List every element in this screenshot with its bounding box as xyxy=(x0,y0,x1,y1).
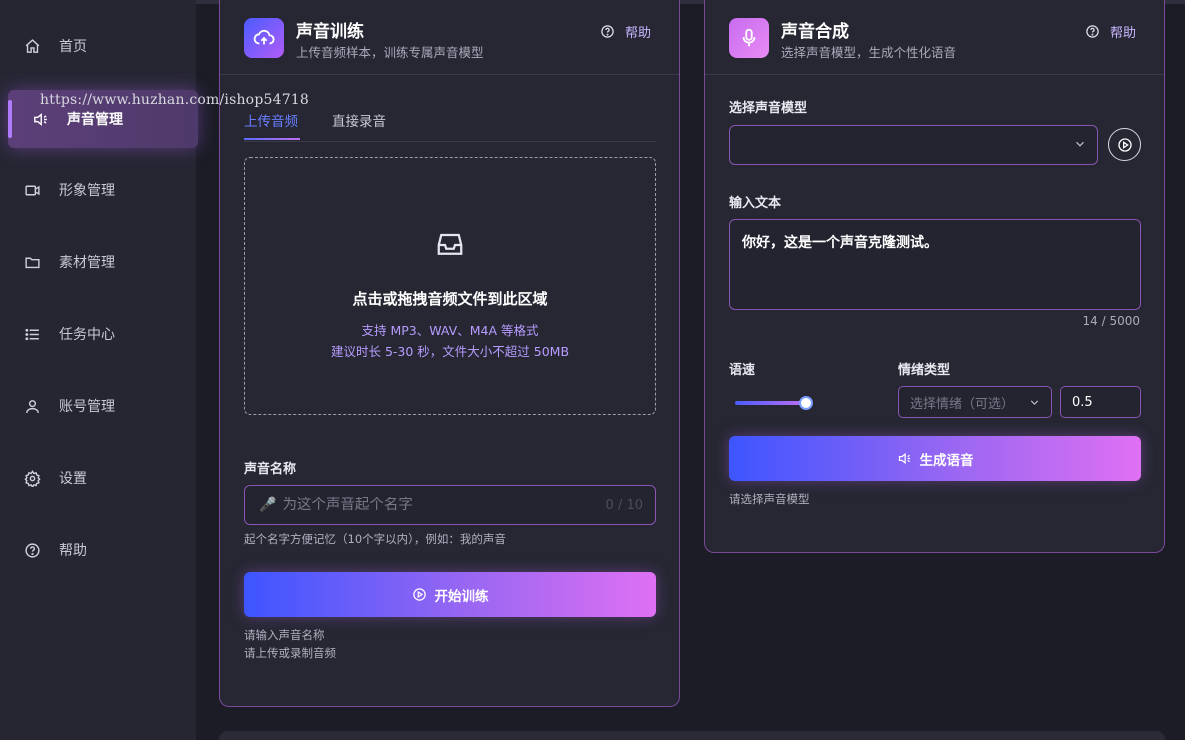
sidebar-item-help[interactable]: 帮助 xyxy=(10,530,196,570)
panel-header: 声音合成 选择声音模型，生成个性化语音 帮助 xyxy=(705,0,1164,75)
voice-synthesis-panel: 声音合成 选择声音模型，生成个性化语音 帮助 选择声音模型 输入文本 你好，这是… xyxy=(704,0,1165,553)
panel-subtitle: 上传音频样本，训练专属声音模型 xyxy=(296,45,484,60)
voice-name-count: 0 / 10 xyxy=(605,497,643,513)
speaker-icon xyxy=(30,109,50,129)
microphone-icon xyxy=(729,18,769,58)
voice-model-select[interactable] xyxy=(729,125,1098,165)
panel-subtitle: 选择声音模型，生成个性化语音 xyxy=(781,45,957,60)
sidebar-item-label: 声音管理 xyxy=(67,112,123,128)
panel-header: 声音训练 上传音频样本，训练专属声音模型 帮助 xyxy=(220,0,679,75)
video-icon xyxy=(22,180,42,200)
sidebar-item-label: 设置 xyxy=(59,471,87,487)
generate-voice-label: 生成语音 xyxy=(919,452,974,469)
home-icon xyxy=(22,36,42,56)
generate-voice-button[interactable]: 生成语音 xyxy=(729,436,1141,481)
sidebar-item-label: 形象管理 xyxy=(59,183,115,199)
microphone-icon: 🎤 xyxy=(259,497,277,513)
sidebar-item-label: 素材管理 xyxy=(59,255,115,271)
tab-upload-audio[interactable]: 上传音频 xyxy=(244,110,298,130)
validation-message: 请输入声音名称 xyxy=(244,628,325,642)
voice-name-input[interactable] xyxy=(282,497,583,513)
speaker-icon xyxy=(898,452,910,465)
folder-icon xyxy=(22,252,42,272)
validation-message: 请上传或录制音频 xyxy=(244,646,336,660)
validation-message: 请选择声音模型 xyxy=(729,492,810,506)
question-icon xyxy=(601,25,614,38)
bottom-panel-edge xyxy=(219,731,1165,740)
upload-tabs: 上传音频 直接录音 xyxy=(244,108,656,142)
emotion-label: 情绪类型 xyxy=(898,363,951,378)
gear-icon xyxy=(22,468,42,488)
sidebar-item-label: 任务中心 xyxy=(59,327,115,343)
question-icon xyxy=(1086,25,1099,38)
help-button[interactable]: 帮助 xyxy=(1085,22,1136,41)
play-icon xyxy=(1117,137,1132,152)
panel-title: 声音训练 xyxy=(296,22,364,42)
user-icon xyxy=(22,396,42,416)
help-label: 帮助 xyxy=(624,26,651,41)
dropzone-title: 点击或拖拽音频文件到此区域 xyxy=(352,290,548,308)
sidebar-item-settings[interactable]: 设置 xyxy=(10,458,196,498)
start-training-label: 开始训练 xyxy=(434,588,489,605)
start-training-button[interactable]: 开始训练 xyxy=(244,572,656,617)
speed-slider-handle[interactable] xyxy=(799,396,813,410)
preview-play-button[interactable] xyxy=(1108,128,1141,161)
list-icon xyxy=(22,324,42,344)
text-input[interactable]: 你好，这是一个声音克隆测试。 xyxy=(729,219,1141,310)
dropzone-format-hint: 支持 MP3、WAV、M4A 等格式 xyxy=(361,323,539,338)
audio-dropzone[interactable]: 点击或拖拽音频文件到此区域 支持 MP3、WAV、M4A 等格式 建议时长 5-… xyxy=(244,157,656,415)
dropzone-size-hint: 建议时长 5-30 秒，文件大小不超过 50MB xyxy=(330,344,570,359)
chevron-down-icon xyxy=(1030,400,1039,405)
speed-slider[interactable] xyxy=(735,401,807,405)
sidebar-item-tasks[interactable]: 任务中心 xyxy=(10,314,196,354)
inbox-icon xyxy=(435,230,465,260)
emotion-select[interactable]: 选择情绪（可选） xyxy=(898,386,1052,418)
question-icon xyxy=(22,540,42,560)
sidebar-item-assets[interactable]: 素材管理 xyxy=(10,242,196,282)
help-label: 帮助 xyxy=(1109,26,1136,41)
chevron-down-icon xyxy=(1076,141,1084,147)
sidebar-item-account[interactable]: 账号管理 xyxy=(10,386,196,426)
sidebar-item-avatar[interactable]: 形象管理 xyxy=(10,170,196,210)
watermark: https://www.huzhan.com/ishop54718 xyxy=(40,92,310,108)
play-circle-icon xyxy=(412,588,426,601)
sidebar-item-label: 帮助 xyxy=(59,543,87,559)
tab-record-audio[interactable]: 直接录音 xyxy=(332,110,386,130)
sidebar-item-label: 账号管理 xyxy=(59,399,115,415)
voice-name-field[interactable]: 🎤 0 / 10 xyxy=(244,485,656,525)
cloud-upload-icon xyxy=(244,18,284,58)
sidebar-item-label: 首页 xyxy=(59,39,87,55)
char-count: 14 / 5000 xyxy=(1082,314,1140,328)
voice-name-tip: 起个名字方便记忆（10个字以内），例如：我的声音 xyxy=(244,532,506,546)
speed-label: 语速 xyxy=(729,363,756,378)
sidebar-item-home[interactable]: 首页 xyxy=(10,26,196,66)
text-input-label: 输入文本 xyxy=(729,196,782,211)
panel-title: 声音合成 xyxy=(781,22,849,42)
emotion-strength-input[interactable]: 0.5 xyxy=(1060,386,1141,418)
active-tab-indicator xyxy=(244,138,300,140)
help-button[interactable]: 帮助 xyxy=(600,22,651,41)
emotion-placeholder: 选择情绪（可选） xyxy=(910,396,1015,412)
sidebar: 首页 声音管理 形象管理 素材管理 任务中心 账号管理 设置 帮助 xyxy=(0,0,198,740)
voice-name-label: 声音名称 xyxy=(244,462,297,477)
model-select-label: 选择声音模型 xyxy=(729,101,808,116)
